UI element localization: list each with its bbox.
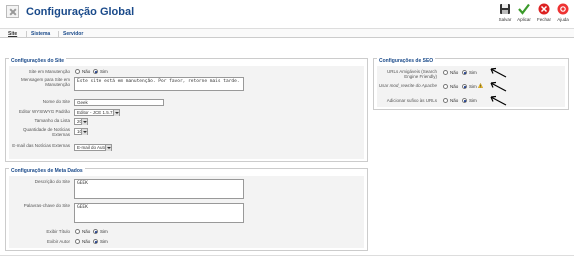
show-author-no-label: Não [82, 239, 91, 244]
close-button[interactable]: Fechar [534, 3, 554, 25]
offline-no-label: Não [82, 69, 91, 74]
chevron-down-icon [81, 119, 87, 125]
tab-server[interactable]: Servidor [63, 31, 83, 37]
mod-rewrite-label: Usar mod_rewrite do Apache [378, 83, 437, 88]
suffix-yes-radio[interactable] [462, 98, 467, 103]
sef-yes-radio[interactable] [462, 70, 467, 75]
suffix-yes-label: Sim [469, 98, 477, 103]
sef-urls-label: URLs Amigáveis (Search Engine Friendly) [386, 69, 437, 79]
save-icon [500, 4, 510, 14]
save-label: Salvar [498, 17, 512, 22]
list-length-label: Tamanho da Lista [34, 118, 70, 123]
meta-settings-panel: Configurações de Meta Dados Descrição do… [5, 168, 368, 251]
arrow-pointer-icon [490, 95, 507, 106]
offline-message-label: Mensagem para Site em Manutenção [20, 77, 70, 87]
apply-label: Aplicar [517, 17, 531, 22]
rewrite-yes-label: Sim [469, 84, 477, 89]
sef-no-radio[interactable] [443, 70, 448, 75]
header: Configuração Global Salvar Aplicar Fecha… [0, 0, 574, 26]
suffix-no-radio[interactable] [443, 98, 448, 103]
meta-description-textarea[interactable]: GEEK [74, 179, 244, 199]
show-title-yes-radio[interactable] [93, 229, 98, 234]
help-icon [557, 3, 569, 15]
show-author-yes-radio[interactable] [93, 239, 98, 244]
show-title-label: Exibir Título [46, 229, 70, 234]
seo-settings-panel: Configurações de SEO URLs Amigáveis (Sea… [373, 58, 569, 110]
meta-settings-legend: Configurações de Meta Dados [9, 168, 85, 174]
editor-label: Editor WYSIWYG Padrão [18, 109, 70, 114]
show-author-yes-label: Sim [100, 239, 108, 244]
offline-label: Site em Manutenção [28, 69, 70, 74]
arrow-pointer-icon [490, 81, 507, 92]
offline-message-textarea[interactable]: Este site está em manutenção. Por favor,… [74, 77, 244, 91]
offline-no-radio[interactable] [75, 69, 80, 74]
arrow-pointer-icon [490, 67, 507, 78]
tab-bar: Site Sistema Servidor [0, 28, 574, 38]
config-icon [6, 5, 19, 18]
show-author-no-radio[interactable] [75, 239, 80, 244]
feed-email-label: E-mail das Notícias Externas [12, 143, 70, 148]
meta-keywords-label: Palavras-chave do Site [23, 203, 70, 208]
help-label: Ajuda [557, 17, 569, 22]
site-settings-legend: Configurações do Site [9, 58, 67, 64]
rewrite-yes-radio[interactable] [462, 84, 467, 89]
chevron-down-icon [113, 110, 119, 116]
chevron-down-icon [105, 145, 111, 151]
page-title: Configuração Global [26, 6, 135, 18]
tab-divider [26, 31, 27, 37]
tab-site[interactable]: Site [8, 31, 17, 37]
seo-settings-legend: Configurações de SEO [377, 58, 436, 64]
help-button[interactable]: Ajuda [553, 3, 573, 25]
feed-email-select[interactable]: E-mail do Autor [74, 144, 112, 151]
tab-divider [58, 31, 59, 37]
offline-yes-label: Sim [100, 69, 108, 74]
meta-description-label: Descrição do Site [34, 179, 70, 184]
editor-select-value: Editor - JCE 1.5.7.4 [77, 110, 117, 115]
rewrite-no-radio[interactable] [443, 84, 448, 89]
feed-email-value: E-mail do Autor [77, 145, 108, 150]
suffix-no-label: Não [450, 98, 459, 103]
apply-button[interactable]: Aplicar [514, 3, 534, 25]
editor-select[interactable]: Editor - JCE 1.5.7.4 [74, 109, 120, 116]
tab-system[interactable]: Sistema [31, 31, 50, 37]
close-icon [538, 3, 550, 15]
warning-icon [478, 83, 483, 88]
footer-divider [0, 255, 574, 256]
show-title-no-radio[interactable] [75, 229, 80, 234]
sef-no-label: Não [450, 70, 459, 75]
show-title-no-label: Não [82, 229, 91, 234]
site-name-label: Nome do Site [42, 99, 70, 104]
sef-yes-label: Sim [469, 70, 477, 75]
check-icon [518, 3, 530, 15]
show-title-yes-label: Sim [100, 229, 108, 234]
site-settings-panel: Configurações do Site Site em Manutenção… [5, 58, 368, 162]
save-button[interactable]: Salvar [495, 3, 515, 25]
show-author-label: Exibir Autor [46, 239, 70, 244]
feed-count-label: Quantidade de Notícias Externas [22, 127, 70, 137]
feed-count-select[interactable]: 10 [74, 128, 88, 135]
offline-yes-radio[interactable] [93, 69, 98, 74]
list-length-select[interactable]: 20 [74, 118, 88, 125]
site-name-input[interactable]: Geek [74, 99, 164, 106]
url-suffix-label: Adicionar sufixo às URLs [386, 98, 437, 103]
rewrite-no-label: Não [450, 84, 459, 89]
chevron-down-icon [81, 129, 87, 135]
close-label: Fechar [536, 17, 551, 22]
meta-keywords-textarea[interactable]: GEEK [74, 203, 244, 223]
